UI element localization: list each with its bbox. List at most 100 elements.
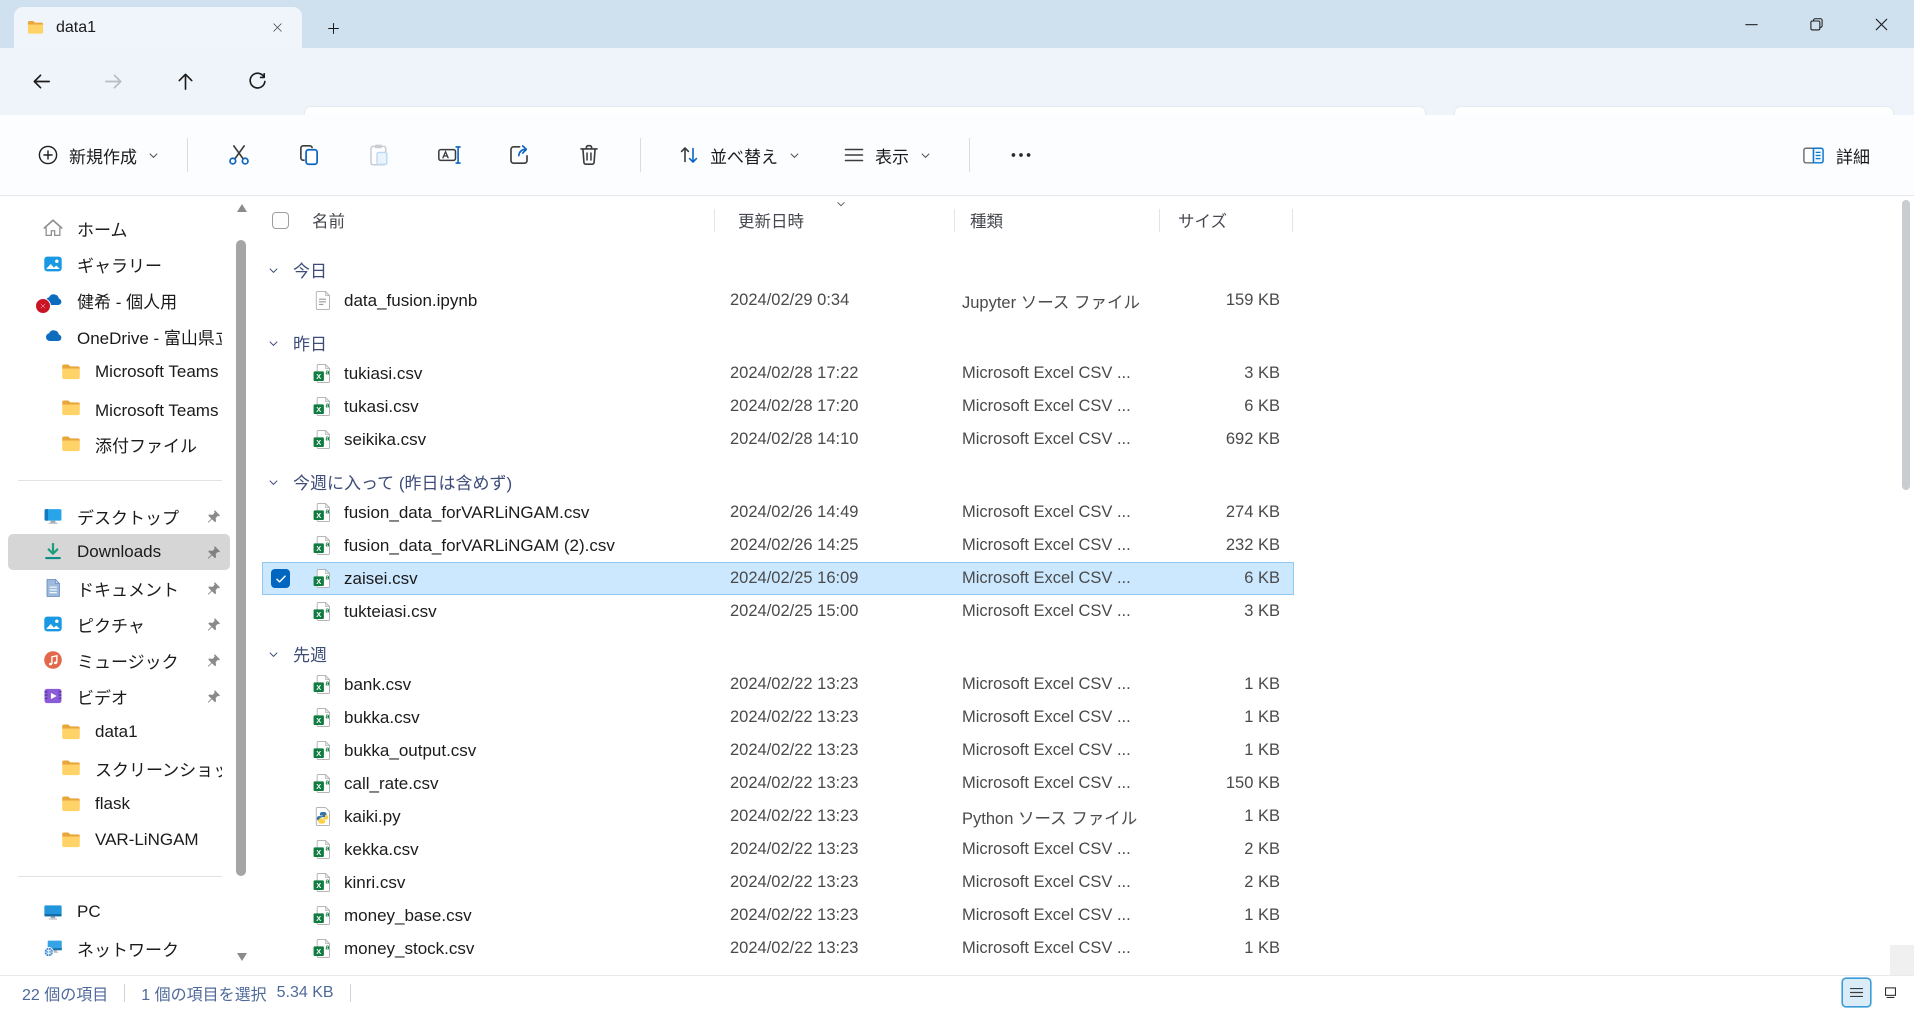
sidebar-item-desktop[interactable]: デスクトップ — [8, 498, 230, 534]
sidebar-item-label: ネットワーク — [77, 936, 222, 961]
sidebar-item-label: 健希 - 個人用 — [77, 288, 222, 313]
row-checkbox[interactable] — [271, 569, 290, 588]
sidebar-item-label: ピクチャ — [77, 612, 197, 637]
scroll-up-icon[interactable] — [237, 204, 247, 212]
select-all-checkbox[interactable] — [272, 212, 289, 229]
file-row[interactable]: tukasi.csv 2024/02/28 17:20 Microsoft Ex… — [262, 390, 1294, 423]
column-header-type[interactable]: 種類 — [962, 208, 1170, 232]
sidebar-item-attachments[interactable]: 添付ファイル — [8, 426, 230, 462]
column-header-date[interactable]: 更新日時 — [730, 208, 962, 232]
new-button[interactable]: 新規作成 — [26, 137, 171, 174]
sidebar-item-music[interactable]: ミュージック — [8, 642, 230, 678]
file-date: 2024/02/28 17:20 — [730, 397, 962, 416]
delete-button[interactable] — [566, 132, 612, 178]
file-name: tukteiasi.csv — [344, 602, 437, 622]
file-row[interactable]: kinri.csv 2024/02/22 13:23 Microsoft Exc… — [262, 866, 1294, 899]
file-row[interactable]: tukiasi.csv 2024/02/28 17:22 Microsoft E… — [262, 357, 1294, 390]
sidebar-item-videos[interactable]: ビデオ — [8, 678, 230, 714]
sidebar-item-network[interactable]: ネットワーク — [8, 930, 230, 966]
sidebar-item-documents[interactable]: ドキュメント — [8, 570, 230, 606]
close-button[interactable] — [1849, 0, 1914, 48]
new-tab-button[interactable] — [318, 13, 348, 43]
copy-button[interactable] — [286, 132, 332, 178]
forward-button[interactable] — [100, 69, 126, 95]
view-button[interactable]: 表示 — [832, 137, 943, 174]
sidebar-item-flask[interactable]: flask — [8, 786, 230, 822]
scroll-down-icon[interactable] — [237, 953, 247, 961]
main-scrollbar-thumb[interactable] — [1902, 200, 1910, 490]
sidebar-item-home[interactable]: ホーム — [8, 210, 230, 246]
sidebar-item-var-lingam[interactable]: VAR-LiNGAM — [8, 822, 230, 858]
sidebar-item-gallery[interactable]: ギャラリー — [8, 246, 230, 282]
excel-csv-file-icon — [312, 568, 333, 589]
refresh-button[interactable] — [244, 69, 270, 95]
back-button[interactable] — [28, 69, 54, 95]
sidebar-item-teams-chat[interactable]: Microsoft Teams チ — [8, 390, 230, 426]
file-row[interactable]: fusion_data_forVARLiNGAM (2).csv 2024/02… — [262, 529, 1294, 562]
sidebar-item-onedrive-personal[interactable]: 健希 - 個人用 — [8, 282, 230, 318]
column-header-name[interactable]: 名前 — [300, 208, 730, 232]
folder-icon — [60, 361, 82, 383]
sidebar-item-pc[interactable]: PC — [8, 894, 230, 930]
folder-icon — [60, 793, 82, 815]
share-button[interactable] — [496, 132, 542, 178]
sidebar-item-screenshots[interactable]: スクリーンショット — [8, 750, 230, 786]
group-header-yesterday[interactable]: 昨日 — [262, 327, 1294, 357]
column-separator[interactable] — [1292, 209, 1293, 232]
restore-button[interactable] — [1784, 0, 1849, 48]
file-row[interactable]: seikika.csv 2024/02/28 14:10 Microsoft E… — [262, 423, 1294, 456]
file-row[interactable]: kaiki.py 2024/02/22 13:23 Python ソース ファイ… — [262, 800, 1294, 833]
file-size: 232 KB — [1170, 536, 1294, 555]
tab-close-button[interactable] — [264, 15, 290, 41]
file-row[interactable]: tukteiasi.csv 2024/02/25 15:00 Microsoft… — [262, 595, 1294, 628]
pictures-icon — [42, 613, 64, 635]
details-pane-button[interactable]: 詳細 — [1791, 137, 1880, 174]
file-row[interactable]: money_base.csv 2024/02/22 13:23 Microsof… — [262, 899, 1294, 932]
excel-csv-file-icon — [312, 502, 333, 523]
file-type: Microsoft Excel CSV ... — [962, 364, 1170, 383]
sort-button[interactable]: 並べ替え — [667, 137, 812, 174]
file-date: 2024/02/26 14:49 — [730, 503, 962, 522]
group-header-earlier-this-week[interactable]: 今週に入って (昨日は含めず) — [262, 466, 1294, 496]
file-row[interactable]: money_stock.csv 2024/02/22 13:23 Microso… — [262, 932, 1294, 965]
sidebar-item-onedrive-org[interactable]: OneDrive - 富山県立 — [8, 318, 230, 354]
file-row-selected[interactable]: zaisei.csv 2024/02/25 16:09 Microsoft Ex… — [262, 562, 1294, 595]
up-button[interactable] — [172, 69, 198, 95]
window-controls — [1719, 0, 1914, 48]
sidebar-item-data1[interactable]: data1 — [8, 714, 230, 750]
main-scrollbar[interactable] — [1900, 198, 1912, 935]
column-header-size[interactable]: サイズ — [1170, 208, 1294, 232]
file-name: kinri.csv — [344, 873, 405, 893]
group-header-last-week[interactable]: 先週 — [262, 638, 1294, 668]
more-button[interactable] — [998, 132, 1044, 178]
file-name: seikika.csv — [344, 430, 426, 450]
share-icon — [506, 142, 532, 168]
titlebar: data1 — [0, 0, 1914, 48]
sidebar-item-downloads[interactable]: Downloads — [8, 534, 230, 570]
rename-button[interactable] — [426, 132, 472, 178]
file-row[interactable]: bank.csv 2024/02/22 13:23 Microsoft Exce… — [262, 668, 1294, 701]
column-separator[interactable] — [1159, 209, 1160, 232]
cut-button[interactable] — [216, 132, 262, 178]
tab-data1[interactable]: data1 — [14, 7, 302, 48]
sidebar-scrollbar[interactable] — [234, 202, 249, 963]
file-row[interactable]: bukka_output.csv 2024/02/22 13:23 Micros… — [262, 734, 1294, 767]
file-row[interactable]: data_fusion.ipynb 2024/02/29 0:34 Jupyte… — [262, 284, 1294, 317]
file-row[interactable]: bukka.csv 2024/02/22 13:23 Microsoft Exc… — [262, 701, 1294, 734]
file-row[interactable]: fusion_data_forVARLiNGAM.csv 2024/02/26 … — [262, 496, 1294, 529]
file-date: 2024/02/28 17:22 — [730, 364, 962, 383]
file-row[interactable]: kekka.csv 2024/02/22 13:23 Microsoft Exc… — [262, 833, 1294, 866]
paste-button[interactable] — [356, 132, 402, 178]
minimize-button[interactable] — [1719, 0, 1784, 48]
sidebar-item-label: ミュージック — [77, 648, 197, 673]
sidebar-divider — [0, 858, 252, 894]
sidebar-item-pictures[interactable]: ピクチャ — [8, 606, 230, 642]
group-header-today[interactable]: 今日 — [262, 254, 1294, 284]
column-separator[interactable] — [954, 209, 955, 232]
sidebar-scrollbar-thumb[interactable] — [236, 240, 246, 876]
file-row[interactable]: call_rate.csv 2024/02/22 13:23 Microsoft… — [262, 767, 1294, 800]
details-view-button[interactable] — [1843, 979, 1870, 1006]
large-icons-view-button[interactable] — [1877, 979, 1904, 1006]
sidebar-item-teams-c[interactable]: Microsoft Teams C — [8, 354, 230, 390]
column-separator[interactable] — [714, 209, 715, 232]
